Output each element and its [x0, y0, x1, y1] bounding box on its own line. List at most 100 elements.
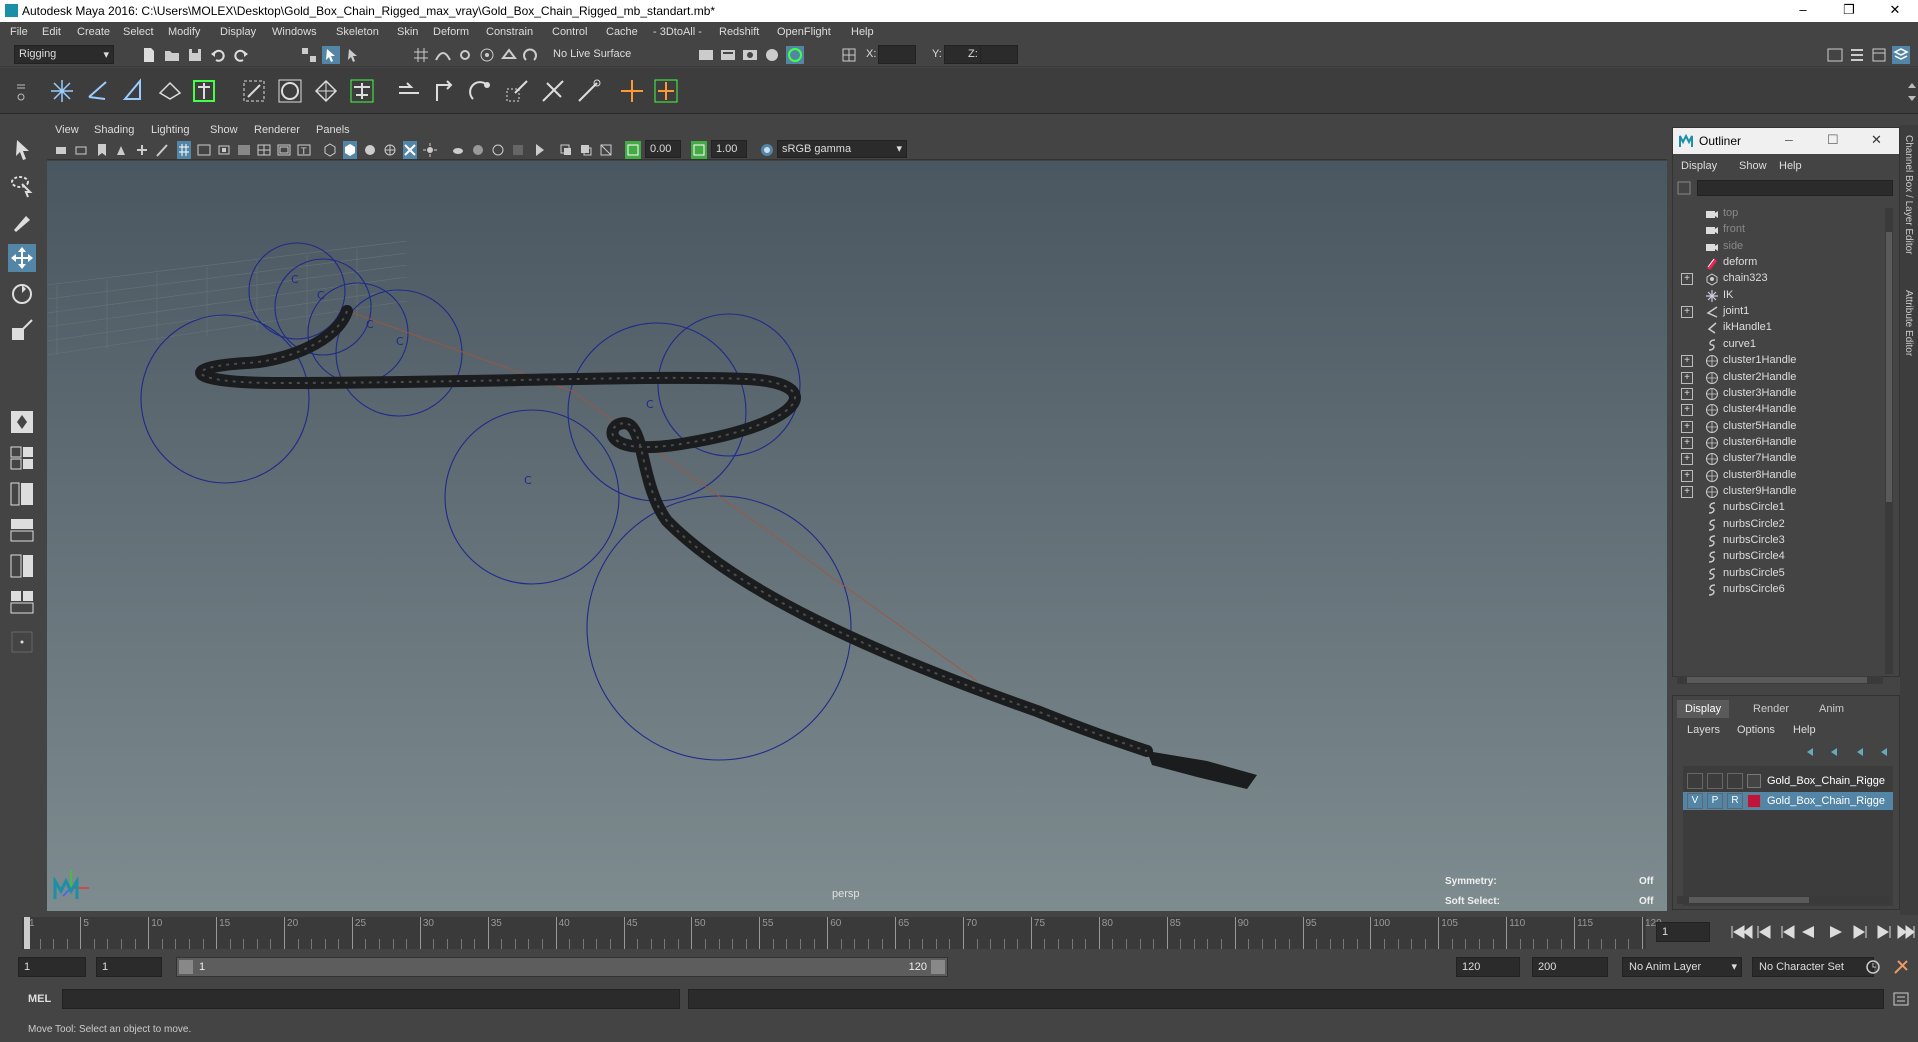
outliner-vertical-scrollbar[interactable] [1885, 208, 1893, 674]
save-scene-icon[interactable] [186, 46, 204, 64]
minimize-button[interactable]: – [1780, 0, 1826, 22]
expand-icon[interactable]: + [1681, 387, 1693, 400]
make-live-icon[interactable] [522, 46, 540, 64]
camera-select-icon[interactable] [55, 141, 69, 159]
locator-tool-icon[interactable] [618, 77, 646, 105]
expand-icon[interactable]: + [1681, 404, 1693, 417]
layer-v-toggle[interactable]: V [1687, 793, 1703, 809]
motion-blur-icon[interactable] [491, 141, 505, 159]
layer-menu-layers[interactable]: Layers [1687, 724, 1720, 736]
bind-skin-icon[interactable] [190, 77, 218, 105]
hypershade-layout-icon[interactable] [8, 552, 36, 580]
rotate-tool-icon[interactable] [8, 280, 36, 308]
layer-tab-display[interactable]: Display [1677, 700, 1729, 718]
parent-constraint-icon[interactable] [156, 77, 184, 105]
exposure-field[interactable]: 0.00 [645, 140, 681, 158]
layer-row[interactable]: V P R Gold_Box_Chain_Rigge [1683, 792, 1893, 810]
isolate-select-icon[interactable] [533, 141, 547, 159]
open-scene-icon[interactable] [163, 46, 181, 64]
panel-menu-renderer[interactable]: Renderer [254, 124, 300, 136]
ik-handle-icon[interactable] [84, 77, 112, 105]
field-chart-icon[interactable] [257, 141, 271, 159]
paint-select-tool-icon[interactable] [8, 208, 36, 236]
gamma-field[interactable]: 1.00 [711, 140, 747, 158]
image-plane-icon[interactable] [115, 141, 129, 159]
modeling-toolkit-icon[interactable] [1826, 46, 1844, 64]
joint-tool-icon[interactable] [48, 77, 76, 105]
grease-pencil-icon[interactable] [155, 141, 169, 159]
layer-menu-help[interactable]: Help [1793, 724, 1816, 736]
auto-key-icon[interactable] [1864, 958, 1882, 976]
layer-p-toggle[interactable] [1707, 773, 1723, 789]
four-view-layout-icon[interactable] [8, 444, 36, 472]
range-slider[interactable]: 1 120 [176, 957, 948, 977]
cluster-tool-icon[interactable] [312, 77, 340, 105]
expand-icon[interactable]: + [1681, 355, 1693, 368]
smooth-shade-icon[interactable] [343, 141, 357, 159]
maya-home-icon[interactable] [53, 877, 79, 901]
layer-tab-render[interactable]: Render [1753, 703, 1789, 715]
menu-cache[interactable]: Cache [606, 26, 638, 38]
outliner-maximize-button[interactable]: ☐ [1827, 132, 1839, 148]
select-component-icon[interactable] [344, 46, 362, 64]
transform-input-icon[interactable] [840, 46, 858, 64]
single-perspective-layout-icon[interactable] [8, 408, 36, 436]
custom-layout-icon[interactable] [8, 628, 36, 656]
exposure-icon[interactable] [625, 141, 641, 159]
outliner-menu-help[interactable]: Help [1779, 160, 1802, 172]
safe-title-icon[interactable]: T [297, 141, 311, 159]
geometry-constraint-icon[interactable] [575, 77, 603, 105]
wireframe-icon[interactable] [323, 141, 337, 159]
outliner-minimize-button[interactable]: – [1785, 131, 1793, 147]
outliner-persp-layout-icon[interactable] [8, 588, 36, 616]
film-gate-icon[interactable] [197, 141, 211, 159]
render-settings-icon[interactable] [741, 46, 759, 64]
snap-grid-icon[interactable] [412, 46, 430, 64]
lasso-tool-icon[interactable] [8, 172, 36, 200]
wireframe-on-shaded-icon[interactable] [383, 141, 397, 159]
channel-box-toggle-icon[interactable] [1892, 46, 1910, 64]
point-constraint-icon[interactable] [395, 77, 423, 105]
outliner-horizontal-scrollbar[interactable] [1677, 676, 1883, 684]
scene-canvas[interactable]: C C C C C C C [47, 161, 1667, 911]
outliner-search-input[interactable] [1697, 180, 1893, 196]
layer-r-toggle[interactable] [1727, 773, 1743, 789]
z-field[interactable] [980, 45, 1018, 64]
range-start-handle[interactable] [179, 960, 193, 974]
menu-edit[interactable]: Edit [42, 26, 61, 38]
grid-toggle-icon[interactable] [177, 141, 191, 159]
animation-preferences-icon[interactable] [1892, 958, 1910, 976]
aim-constraint-icon[interactable] [431, 77, 459, 105]
xray-joints-icon[interactable] [559, 141, 573, 159]
xray-active-components-icon[interactable] [579, 141, 593, 159]
menu-create[interactable]: Create [77, 26, 110, 38]
layer-color-swatch[interactable] [1747, 774, 1761, 788]
camera-attributes-icon[interactable] [75, 141, 89, 159]
expand-icon[interactable]: + [1681, 306, 1693, 319]
layer-horizontal-scrollbar[interactable] [1677, 896, 1889, 904]
resolution-gate-icon[interactable] [217, 141, 231, 159]
layer-menu-options[interactable]: Options [1737, 724, 1775, 736]
default-material-icon[interactable] [363, 141, 377, 159]
layer-r-toggle[interactable]: R [1727, 793, 1743, 809]
snap-surface-icon[interactable] [500, 46, 518, 64]
scale-constraint-icon[interactable] [503, 77, 531, 105]
current-frame-field[interactable]: 1 [1656, 922, 1710, 942]
expand-icon[interactable]: + [1681, 371, 1693, 384]
ambient-occlusion-icon[interactable] [471, 141, 485, 159]
select-tool-icon[interactable] [8, 136, 36, 164]
layer-row[interactable]: Gold_Box_Chain_Rigge [1683, 772, 1893, 790]
layer-tab-anim[interactable]: Anim [1819, 703, 1844, 715]
menu-help[interactable]: Help [851, 26, 874, 38]
scale-tool-icon[interactable] [8, 316, 36, 344]
outliner-menu-show[interactable]: Show [1739, 160, 1767, 172]
expand-icon[interactable]: + [1681, 469, 1693, 482]
menu-skeleton[interactable]: Skeleton [336, 26, 379, 38]
perspective-viewport[interactable]: C C C C C C C persp Symmetry: Off Soft S… [47, 161, 1667, 911]
close-button[interactable]: ✕ [1872, 0, 1918, 22]
menu-control[interactable]: Control [552, 26, 587, 38]
menu-windows[interactable]: Windows [272, 26, 317, 38]
channel-box-tab[interactable]: Channel Box / Layer Editor [1903, 135, 1914, 255]
orient-constraint-icon[interactable] [467, 77, 495, 105]
menu-deform[interactable]: Deform [433, 26, 469, 38]
